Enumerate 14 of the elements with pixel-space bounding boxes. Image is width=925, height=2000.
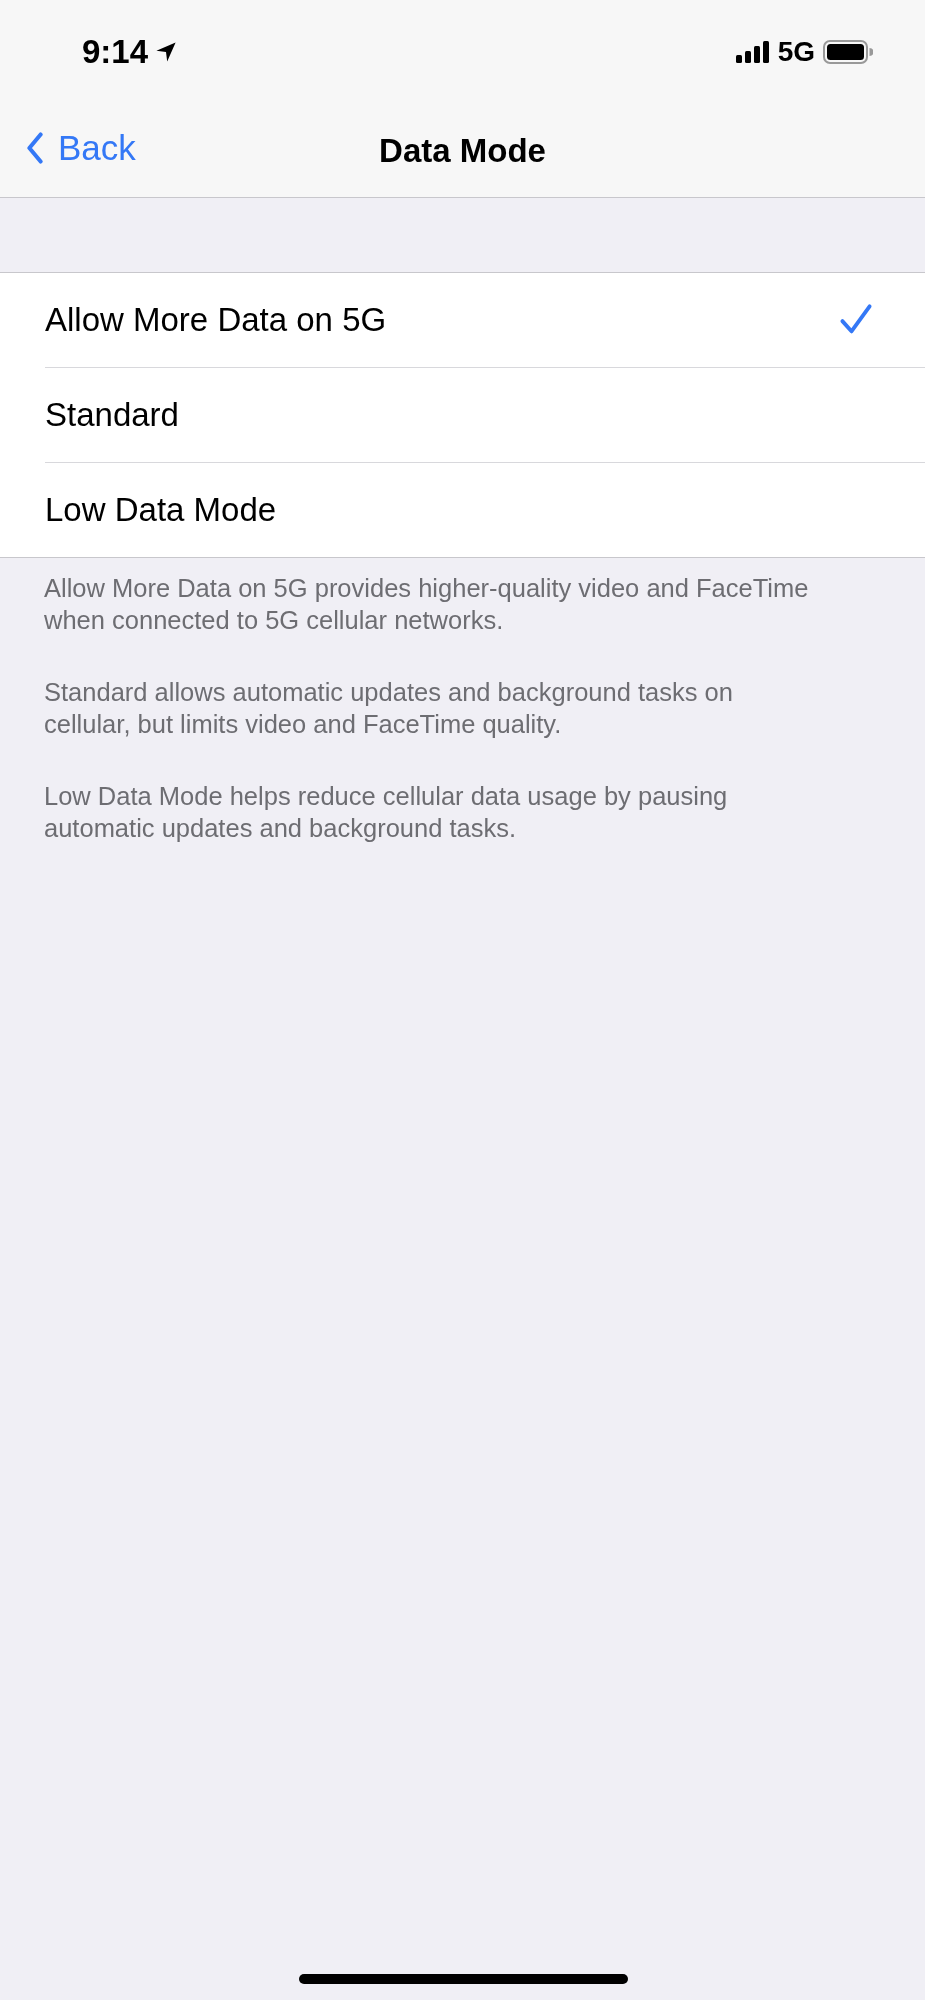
chevron-left-icon: [26, 132, 44, 164]
option-row[interactable]: Low Data Mode: [45, 463, 925, 557]
location-arrow-icon: [154, 40, 179, 64]
screen-title: Data Mode: [379, 131, 546, 170]
clock-time: 9:14: [82, 33, 149, 71]
footer-note: Standard allows automatic updates and background tasks on cellular, but limits video and FaceTime quality.: [44, 677, 734, 740]
signal-icon: [735, 41, 770, 63]
footer-note: Allow More Data on 5G provides higher-quality video and FaceTime when connected to 5G cellular networks.: [44, 573, 810, 636]
option-row[interactable]: Standard: [45, 368, 925, 463]
back-button[interactable]: Back: [26, 128, 136, 168]
battery-icon: [823, 40, 873, 64]
footer-note: Low Data Mode helps reduce cellular data usage by pausing automatic updates and background tasks.: [44, 781, 729, 844]
network-label: 5G: [777, 36, 815, 68]
option-row[interactable]: Allow More Data on 5G: [45, 273, 925, 368]
